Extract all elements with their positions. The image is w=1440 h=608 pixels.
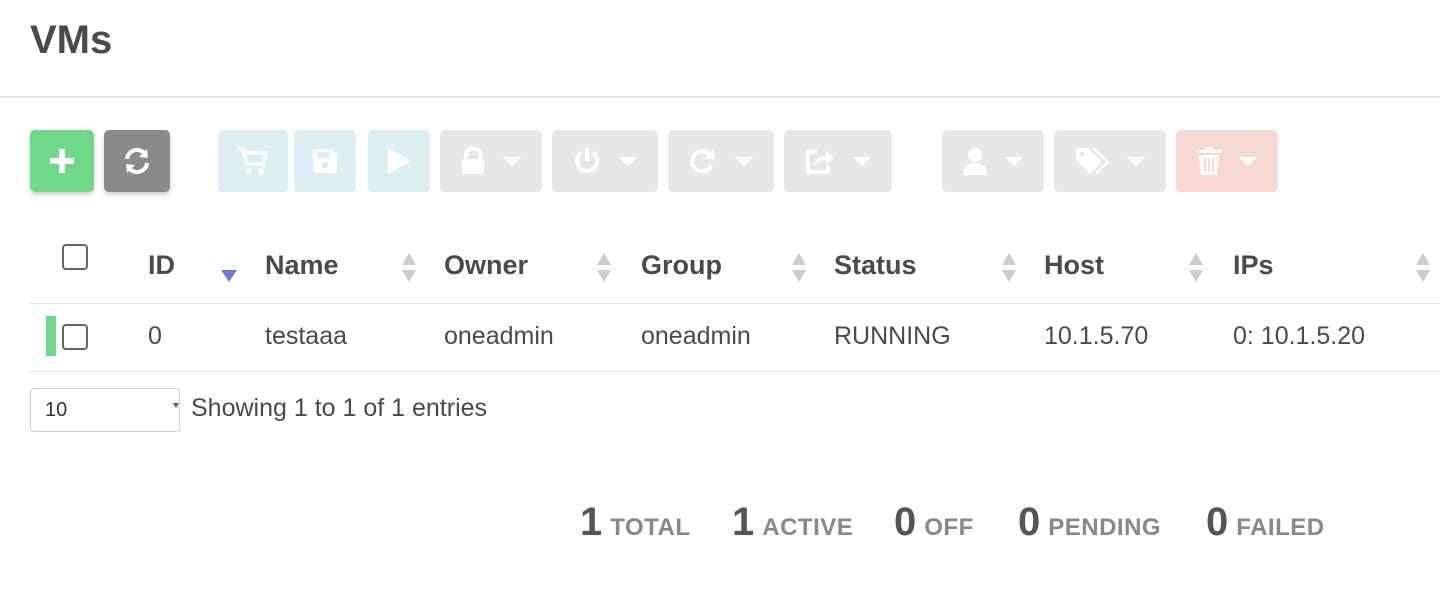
labels-button[interactable] — [1054, 130, 1166, 192]
page-length-select[interactable]: 10 — [30, 388, 180, 432]
summary-label: PENDING — [1048, 514, 1162, 541]
table-row[interactable]: 0 testaaa oneadmin oneadmin RUNNING 10.1… — [30, 304, 1440, 372]
sort-icon[interactable] — [402, 253, 416, 283]
table-info: Showing 1 to 1 of 1 entries — [191, 394, 488, 422]
page-length-value: 10 — [45, 398, 68, 421]
toolbar — [0, 130, 1440, 192]
change-owner-button[interactable] — [942, 130, 1044, 192]
summary-failed: 0 FAILED — [1206, 500, 1325, 545]
redo-icon — [690, 149, 714, 174]
vms-table: ID Name Owner Group Status Host IPs 0 te… — [30, 228, 1440, 372]
cart-icon — [238, 147, 268, 174]
summary-pending: 0 PENDING — [1018, 500, 1161, 545]
marketplace-button[interactable] — [218, 130, 288, 192]
chevron-down-icon — [1127, 156, 1145, 166]
create-button[interactable] — [30, 130, 94, 192]
refresh-icon — [125, 147, 149, 175]
summary-total: 1 TOTAL — [580, 500, 691, 545]
table-header: ID Name Owner Group Status Host IPs — [30, 228, 1440, 304]
summary-count: 0 — [1018, 500, 1041, 544]
summary-count: 0 — [1206, 500, 1229, 544]
summary-count: 1 — [580, 500, 603, 544]
tags-icon — [1076, 148, 1109, 174]
refresh-button[interactable] — [104, 130, 170, 192]
chevron-down-icon — [619, 156, 637, 166]
sort-icon[interactable] — [1189, 253, 1203, 283]
column-header-id[interactable]: ID — [148, 250, 175, 281]
cell-host: 10.1.5.70 — [1044, 322, 1149, 350]
sort-desc-icon[interactable] — [221, 270, 237, 282]
summary-label: OFF — [924, 514, 974, 541]
chevron-down-icon — [503, 156, 521, 166]
summary-active: 1 ACTIVE — [732, 500, 853, 545]
column-header-group[interactable]: Group — [641, 250, 722, 281]
save-icon — [313, 149, 337, 173]
delete-button[interactable] — [1176, 130, 1278, 192]
cell-status: RUNNING — [834, 322, 951, 350]
chevron-down-icon — [853, 156, 871, 166]
power-icon — [575, 148, 599, 173]
sort-icon[interactable] — [1416, 253, 1430, 283]
summary-label: ACTIVE — [762, 514, 854, 541]
chevron-down-icon — [173, 403, 179, 408]
migrate-button[interactable] — [784, 130, 892, 192]
column-header-host[interactable]: Host — [1044, 250, 1104, 281]
cell-owner: oneadmin — [444, 322, 554, 350]
select-all-checkbox[interactable] — [62, 244, 88, 270]
user-icon — [963, 148, 987, 175]
chevron-down-icon — [735, 156, 753, 166]
column-header-ips[interactable]: IPs — [1233, 250, 1274, 281]
chevron-down-icon — [1239, 156, 1257, 166]
cell-group: oneadmin — [641, 322, 751, 350]
sort-icon[interactable] — [1002, 253, 1016, 283]
summary-count: 1 — [732, 500, 755, 544]
summary-label: TOTAL — [610, 514, 691, 541]
summary-count: 0 — [894, 500, 917, 544]
power-button[interactable] — [552, 130, 658, 192]
lock-button[interactable] — [440, 130, 542, 192]
sort-icon[interactable] — [792, 253, 806, 283]
save-button[interactable] — [294, 130, 356, 192]
page-title: VMs — [30, 18, 113, 62]
row-checkbox[interactable] — [62, 324, 88, 350]
column-header-status[interactable]: Status — [834, 250, 917, 281]
summary-off: 0 OFF — [894, 500, 974, 545]
share-icon — [806, 150, 834, 174]
play-icon — [388, 148, 411, 174]
sort-icon[interactable] — [597, 253, 611, 283]
summary-label: FAILED — [1236, 514, 1325, 541]
state-indicator — [46, 316, 56, 356]
cell-name: testaaa — [265, 322, 348, 350]
cell-id: 0 — [148, 322, 162, 350]
page-header: VMs — [0, 0, 1440, 98]
deploy-button[interactable] — [368, 130, 430, 192]
column-header-name[interactable]: Name — [265, 250, 339, 281]
column-header-owner[interactable]: Owner — [444, 250, 528, 281]
plus-icon — [50, 149, 74, 173]
cell-ips: 0: 10.1.5.20 — [1233, 322, 1366, 350]
trash-icon — [1197, 147, 1221, 175]
chevron-down-icon — [1005, 156, 1023, 166]
reboot-button[interactable] — [668, 130, 774, 192]
lock-icon — [462, 147, 484, 174]
